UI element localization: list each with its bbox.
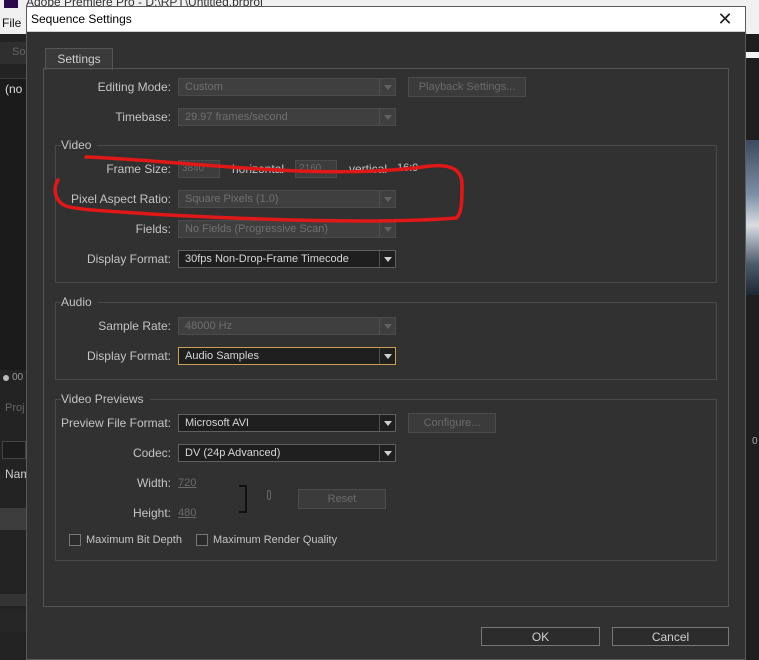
- video-display-format-label: Display Format:: [86, 252, 171, 266]
- fields-value: No Fields (Progressive Scan): [185, 223, 329, 235]
- bg-project-row: [0, 508, 28, 530]
- vertical-label: vertical: [349, 162, 388, 176]
- playback-settings-button[interactable]: Playback Settings...: [408, 77, 526, 97]
- sample-rate-select[interactable]: 48000 Hz: [178, 317, 396, 335]
- audio-display-format-label: Display Format:: [86, 349, 171, 363]
- codec-select[interactable]: DV (24p Advanced): [178, 444, 396, 462]
- preview-file-format-value: Microsoft AVI: [185, 417, 249, 429]
- bg-search-field: [2, 441, 26, 459]
- editing-mode-value: Custom: [185, 81, 223, 93]
- video-previews-group-title: Video Previews: [61, 392, 150, 406]
- cancel-button[interactable]: Cancel: [612, 627, 729, 646]
- menu-file[interactable]: File: [2, 16, 21, 30]
- bg-bottom-bar: [0, 612, 28, 632]
- close-icon[interactable]: ✕: [715, 10, 735, 28]
- preview-file-format-select[interactable]: Microsoft AVI: [178, 414, 396, 432]
- horizontal-label: horizontal: [232, 162, 285, 176]
- timebase-value: 29.97 frames/second: [185, 111, 288, 123]
- max-render-quality-label: Maximum Render Quality: [213, 534, 338, 546]
- chevron-down-icon: [379, 415, 395, 431]
- fields-label: Fields:: [135, 222, 171, 236]
- max-render-quality-checkbox[interactable]: [196, 534, 208, 546]
- bg-right-timecode: 0: [752, 436, 758, 447]
- tab-settings[interactable]: Settings: [45, 48, 113, 70]
- dialog-titlebar: Sequence Settings ✕: [27, 7, 745, 32]
- reset-button[interactable]: Reset: [298, 489, 386, 509]
- width-label: Width:: [136, 476, 171, 490]
- sample-rate-value: 48000 Hz: [185, 320, 233, 332]
- editing-mode-label: Editing Mode:: [97, 80, 171, 94]
- editing-mode-select[interactable]: Custom: [178, 78, 396, 96]
- sequence-settings-dialog: Sequence Settings ✕ Settings Editing Mod…: [26, 6, 746, 660]
- bg-right-tab: [745, 52, 759, 58]
- bg-left-tab: So: [0, 42, 28, 64]
- max-bit-depth-checkbox[interactable]: [69, 534, 81, 546]
- chevron-down-icon: [379, 445, 395, 461]
- audio-display-format-select[interactable]: Audio Samples: [178, 347, 396, 365]
- dialog-title: Sequence Settings: [31, 12, 132, 26]
- bg-scrollbar: [0, 594, 28, 606]
- premiere-logo-icon: [4, 0, 18, 8]
- bg-source-monitor: [0, 78, 28, 370]
- audio-group-title: Audio: [61, 295, 98, 309]
- max-bit-depth-label: Maximum Bit Depth: [86, 534, 182, 546]
- pixel-aspect-ratio-select[interactable]: Square Pixels (1.0): [178, 190, 396, 208]
- video-group-title: Video: [61, 138, 98, 152]
- video-display-format-select[interactable]: 30fps Non-Drop-Frame Timecode: [178, 250, 396, 268]
- height-value[interactable]: 480: [178, 507, 196, 519]
- bracket-icon: [239, 485, 247, 513]
- frame-width-input[interactable]: 3840: [178, 160, 220, 178]
- sample-rate-label: Sample Rate:: [98, 319, 171, 333]
- height-label: Height:: [132, 506, 171, 520]
- bg-project-tab: Proj: [5, 402, 25, 414]
- playhead-icon: [3, 375, 9, 381]
- codec-label: Codec:: [132, 446, 171, 460]
- timebase-select[interactable]: 29.97 frames/second: [178, 108, 396, 126]
- chevron-down-icon: [379, 348, 395, 364]
- width-value[interactable]: 720: [178, 477, 196, 489]
- configure-button[interactable]: Configure...: [408, 413, 496, 433]
- bg-timecode: 00: [12, 372, 24, 383]
- pixel-aspect-ratio-value: Square Pixels (1.0): [185, 193, 279, 205]
- ok-button[interactable]: OK: [481, 627, 600, 646]
- bg-program-thumbnail: [745, 140, 759, 295]
- timebase-label: Timebase:: [115, 110, 171, 124]
- chevron-down-icon: [379, 251, 395, 267]
- codec-value: DV (24p Advanced): [185, 447, 281, 459]
- audio-display-format-value: Audio Samples: [185, 350, 259, 362]
- audio-group: [55, 302, 717, 380]
- bg-no-clip-text: (no: [5, 82, 23, 96]
- chevron-down-icon: [379, 79, 395, 95]
- chevron-down-icon: [379, 191, 395, 207]
- preview-file-format-label: Preview File Format:: [60, 416, 171, 430]
- chevron-down-icon: [379, 221, 395, 237]
- video-display-format-value: 30fps Non-Drop-Frame Timecode: [185, 253, 349, 265]
- aspect-ratio-label: 16:9: [397, 162, 419, 174]
- frame-size-label: Frame Size:: [106, 162, 171, 176]
- pixel-aspect-ratio-label: Pixel Aspect Ratio:: [70, 192, 171, 206]
- frame-height-input[interactable]: 2160: [295, 160, 337, 178]
- fields-select[interactable]: No Fields (Progressive Scan): [178, 220, 396, 238]
- chain-link-icon[interactable]: [267, 490, 271, 500]
- chevron-down-icon: [379, 318, 395, 334]
- chevron-down-icon: [379, 109, 395, 125]
